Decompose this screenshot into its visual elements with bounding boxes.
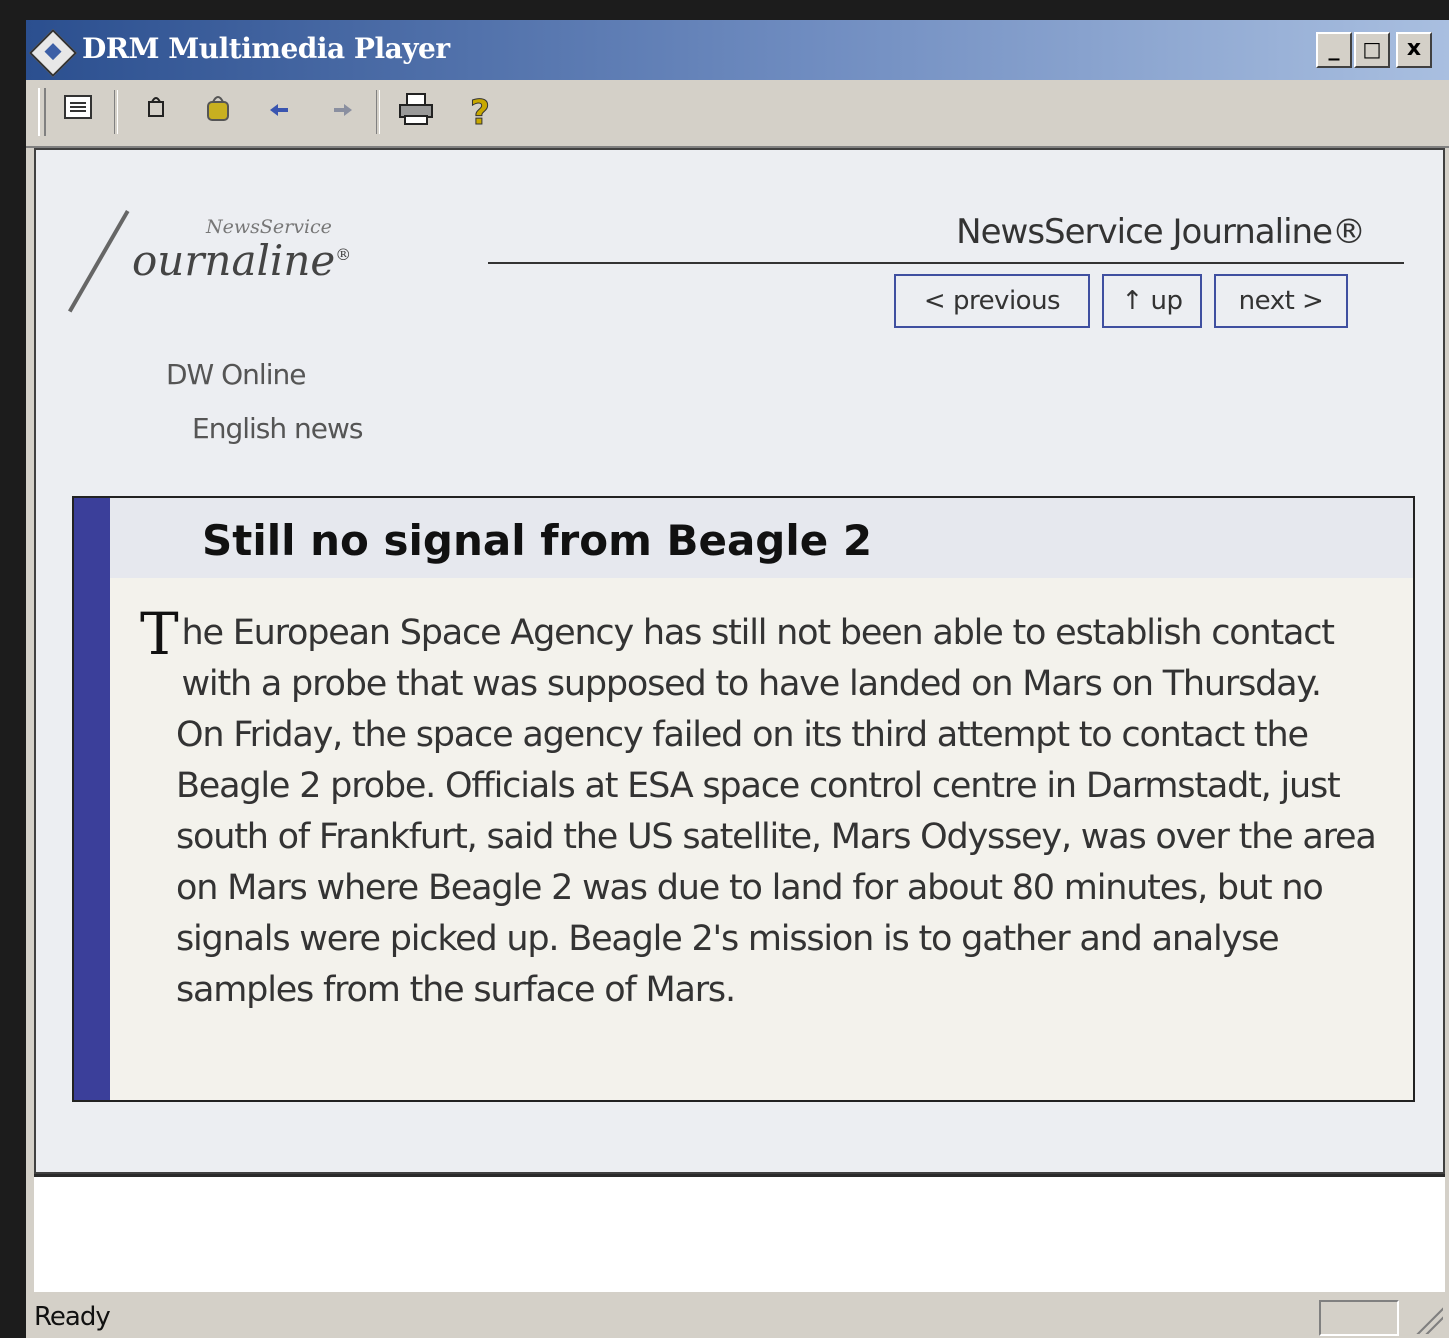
article-headline: Still no signal from Beagle 2: [202, 516, 873, 565]
toolbar-separator: [114, 90, 118, 134]
logo-stroke: [68, 210, 130, 313]
resize-grip-icon[interactable]: [1413, 1304, 1443, 1334]
back-arrow-icon[interactable]: [260, 92, 300, 132]
status-panel: [1319, 1300, 1399, 1336]
status-bar: Ready: [26, 1292, 1449, 1338]
up-button[interactable]: ↑ up: [1102, 274, 1202, 328]
forward-arrow-icon[interactable]: [322, 92, 362, 132]
toolbar-grip[interactable]: [38, 88, 46, 136]
list-icon[interactable]: [58, 92, 98, 132]
breadcrumb-level-1[interactable]: DW Online: [166, 358, 306, 391]
app-icon[interactable]: [28, 28, 78, 78]
status-text: Ready: [34, 1302, 111, 1332]
minimize-button[interactable]: _: [1316, 32, 1352, 68]
article-accent-bar: [74, 498, 110, 1100]
app-window: DRM Multimedia Player _ □ x ? NewsServic…: [26, 20, 1449, 1338]
toolbar: ?: [26, 80, 1449, 148]
info-pane: [34, 1174, 1445, 1292]
maximize-button[interactable]: □: [1354, 32, 1390, 68]
service-title: NewsService Journaline®: [956, 212, 1366, 252]
logo-wordmark: ournaline: [132, 236, 336, 285]
svg-text:?: ?: [470, 93, 490, 132]
article-body-text: he European Space Agency has still not b…: [176, 613, 1377, 1010]
print-icon[interactable]: [396, 92, 436, 132]
article-dropcap: T: [140, 600, 179, 668]
article-box: Still no signal from Beagle 2 The Europe…: [72, 496, 1415, 1102]
bag-icon[interactable]: [198, 92, 238, 132]
help-icon[interactable]: ?: [460, 92, 500, 134]
journaline-logo: NewsService ournaline®: [68, 210, 396, 320]
title-bar[interactable]: DRM Multimedia Player _ □ x: [26, 20, 1449, 80]
header-divider: [488, 262, 1404, 264]
article-body: The European Space Agency has still not …: [140, 605, 1377, 1016]
logo-small-text: NewsService: [206, 216, 332, 238]
close-button[interactable]: x: [1396, 32, 1432, 68]
article-header: Still no signal from Beagle 2: [110, 498, 1413, 578]
window-title: DRM Multimedia Player: [82, 32, 450, 65]
logo-registered-mark: ®: [335, 245, 352, 264]
next-button[interactable]: next >: [1214, 274, 1348, 328]
journaline-content: NewsService ournaline® NewsService Journ…: [34, 148, 1445, 1174]
previous-button[interactable]: < previous: [894, 274, 1090, 328]
breadcrumb-level-2[interactable]: English news: [192, 412, 363, 445]
toolbar-separator: [376, 90, 380, 134]
home-icon[interactable]: [136, 92, 176, 132]
logo-big-text: ournaline®: [132, 236, 351, 285]
